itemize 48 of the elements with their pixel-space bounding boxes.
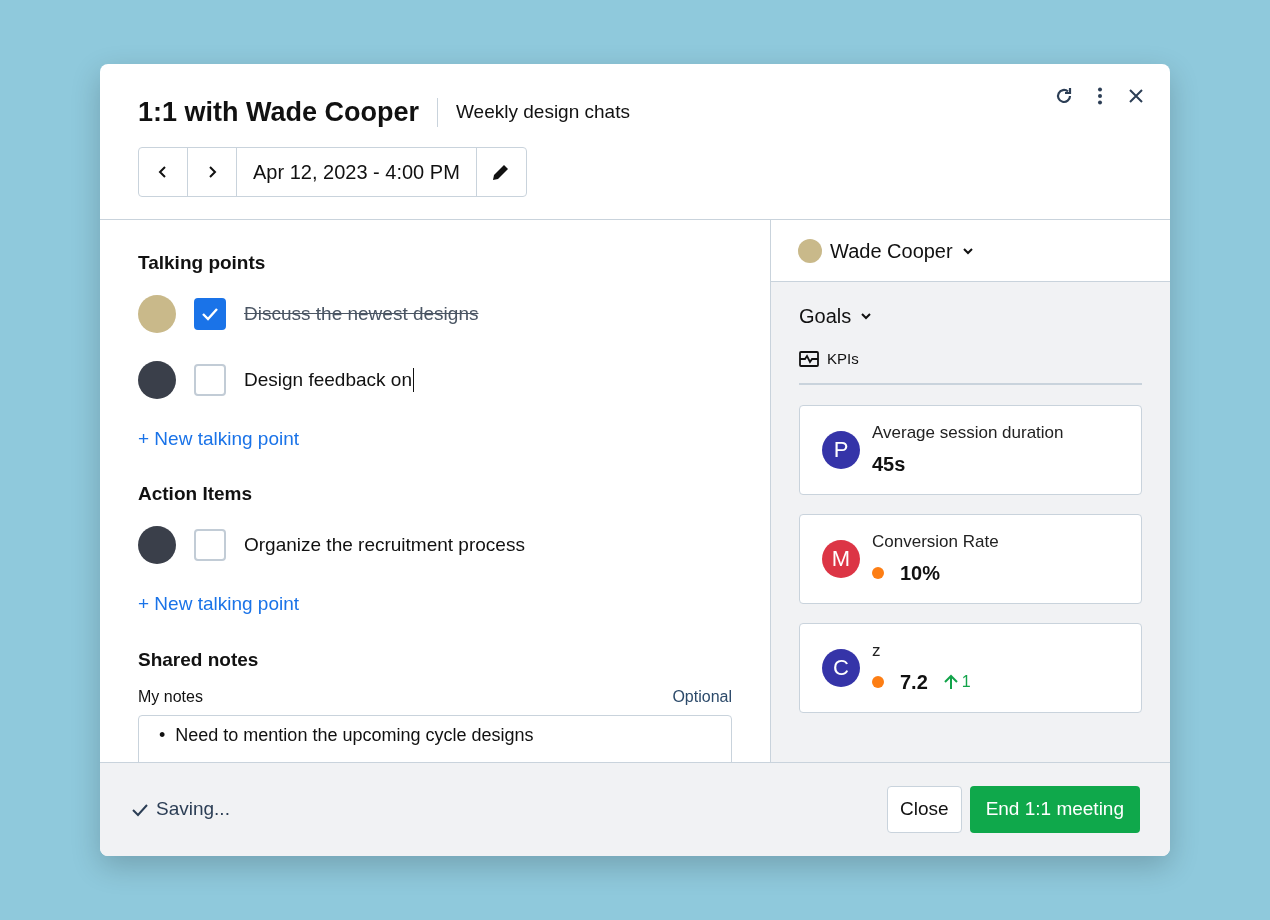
chart-icon [799,351,819,368]
item-text: Organize the recruitment process [244,532,525,557]
text-cursor [412,367,414,392]
saving-status: Saving... [156,797,230,822]
avatar [138,526,176,565]
avatar [798,238,822,263]
person-selector[interactable]: Wade Cooper [830,238,975,263]
check-icon [132,802,148,817]
checkbox[interactable] [194,297,226,330]
item-text: Discuss the newest designs [244,301,479,326]
goal-value: 45s [872,452,906,478]
goal-avatar: P [822,430,860,469]
goal-avatar: M [822,539,860,578]
note-text: Need to mention the upcoming cycle designs [175,724,534,748]
arrow-up-icon [943,674,958,691]
goal-avatar: C [822,648,860,687]
meeting-series-label: Weekly design chats [437,98,630,127]
section-heading: Action Items [138,483,254,507]
checkbox[interactable] [194,529,226,562]
refresh-icon [1054,86,1074,106]
checkmark-icon [201,306,219,321]
kpis-label: KPIs [827,349,859,369]
goal-name: Average session duration [872,421,1064,444]
add-talking-point-link[interactable]: + New talking point [138,424,300,454]
item-text: Design feedback on [244,367,412,392]
trend-value: 1 [961,672,971,693]
avatar [138,294,176,333]
avatar [138,360,176,399]
more-icon [1097,87,1103,105]
close-dialog-button[interactable]: Close [887,786,962,833]
goal-name: Conversion Rate [872,530,999,553]
goal-card[interactable]: C z 7.2 1 [799,622,1142,713]
close-icon [1128,88,1144,104]
goals-dropdown[interactable]: Goals [799,304,874,328]
bullet-marker: • [159,724,166,748]
section-heading: Talking points [138,252,267,275]
optional-hint: Optional [672,687,732,708]
dialog-title: 1:1 with Wade Cooper [138,96,420,129]
goal-card[interactable]: M Conversion Rate 10% [799,513,1142,604]
notes-label: My notes [138,687,203,708]
checkbox[interactable] [194,363,226,396]
section-heading: Shared notes [138,648,260,672]
goal-value: 7.2 [900,670,928,696]
goal-value: 10% [900,561,941,587]
meeting-date: Apr 12, 2023 - 4:00 PM [237,147,477,196]
goal-card[interactable]: P Average session duration 45s [799,404,1142,495]
goal-name: z [872,639,882,662]
add-talking-point-link[interactable]: + New talking point [138,590,300,619]
